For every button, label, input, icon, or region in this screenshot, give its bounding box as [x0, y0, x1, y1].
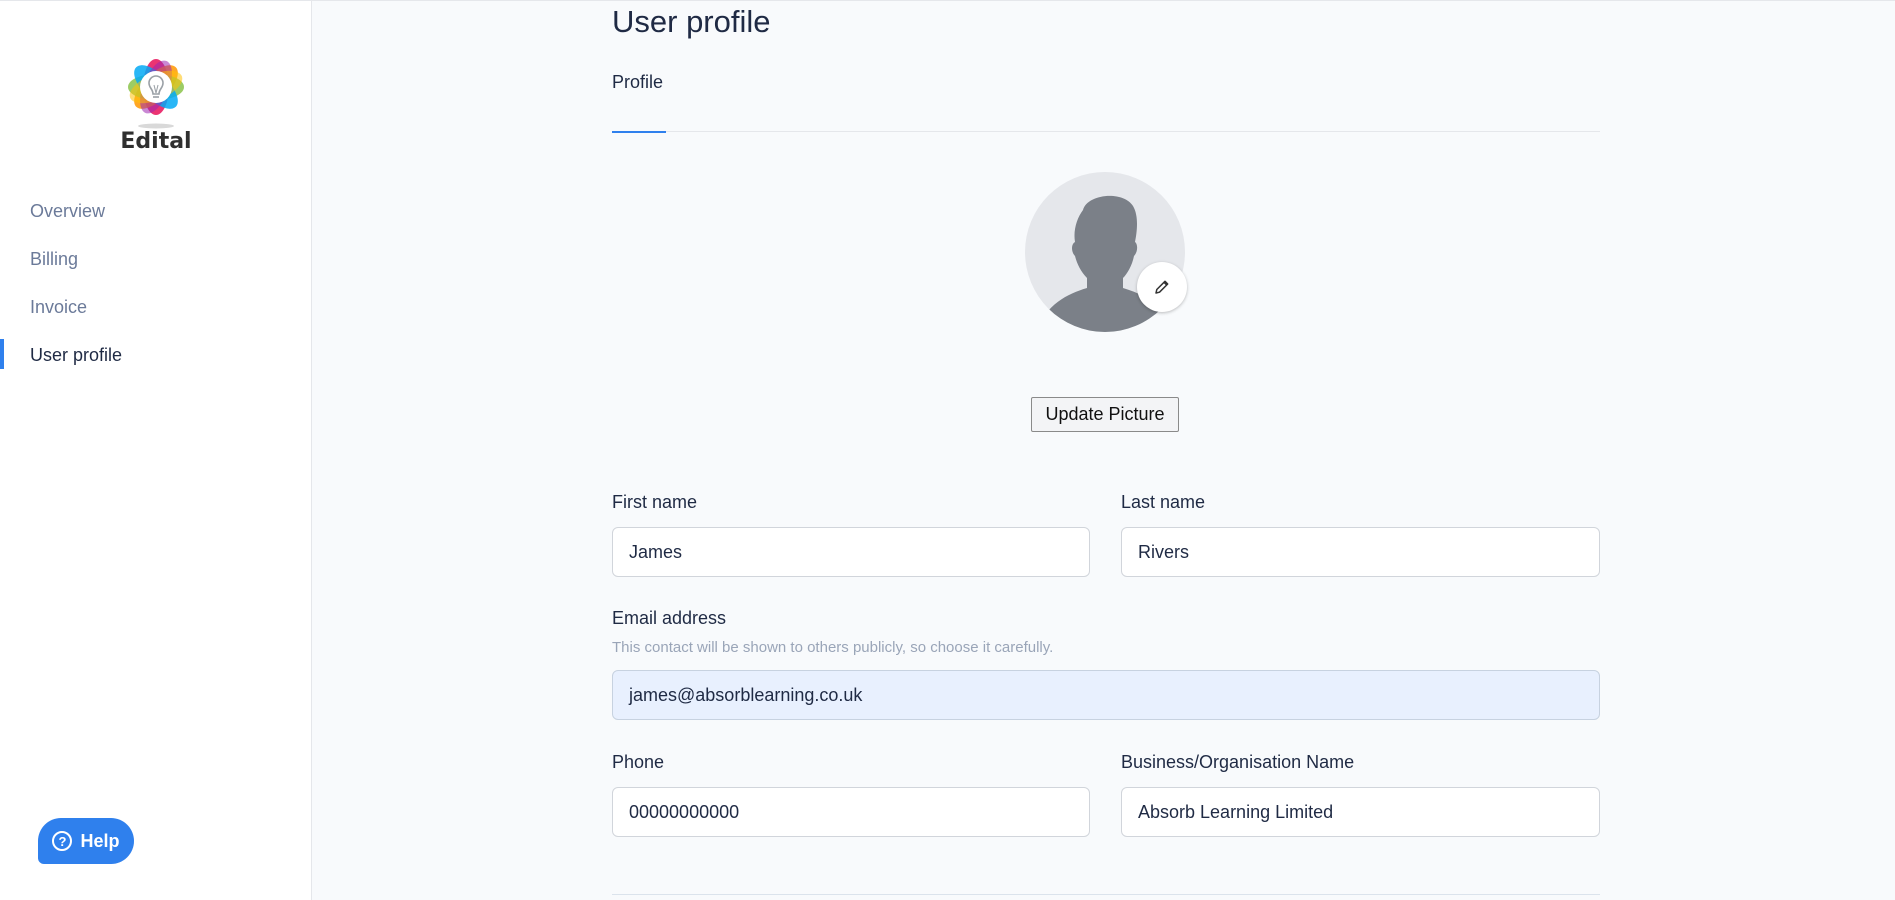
page-title: User profile	[612, 4, 771, 39]
help-circle-icon: ?	[52, 831, 73, 851]
last-name-label: Last name	[1121, 492, 1206, 512]
phone-label: Phone	[612, 752, 665, 772]
email-label: Email address	[612, 608, 727, 628]
email-input[interactable]: james@absorblearning.co.uk	[612, 670, 1600, 720]
main-content: User profile Profile Update Picture Firs…	[612, 0, 1602, 900]
first-name-label: First name	[612, 492, 698, 512]
pencil-icon	[1155, 280, 1169, 294]
sidebar-nav: Overview Billing Invoice User profile	[0, 191, 312, 383]
last-name-input[interactable]: Rivers	[1121, 527, 1600, 577]
logo-text: Edital	[120, 129, 192, 154]
help-button[interactable]: ? Help	[38, 818, 134, 864]
first-name-input[interactable]: James	[612, 527, 1090, 577]
sidebar-item-user-profile[interactable]: User profile	[0, 335, 312, 383]
phone-input[interactable]: 00000000000	[612, 787, 1090, 837]
business-name-input[interactable]: Absorb Learning Limited	[1121, 787, 1600, 837]
sidebar-item-billing[interactable]: Billing	[0, 239, 312, 287]
avatar-container	[1025, 172, 1187, 332]
email-hint: This contact will be shown to others pub…	[612, 639, 1054, 656]
sidebar-item-overview[interactable]: Overview	[0, 191, 312, 239]
sidebar: Edital Overview Billing Invoice User pro…	[0, 1, 312, 900]
section-divider	[612, 894, 1600, 895]
edital-logo-icon	[128, 59, 184, 129]
help-label: Help	[80, 830, 120, 851]
business-name-label: Business/Organisation Name	[1121, 752, 1355, 772]
tab-profile[interactable]: Profile	[612, 72, 666, 133]
sidebar-item-invoice[interactable]: Invoice	[0, 287, 312, 335]
update-picture-button[interactable]: Update Picture	[1031, 397, 1179, 432]
tab-bar: Profile	[612, 72, 1600, 133]
edit-avatar-button[interactable]	[1137, 262, 1187, 312]
app-logo[interactable]: Edital	[116, 49, 196, 159]
